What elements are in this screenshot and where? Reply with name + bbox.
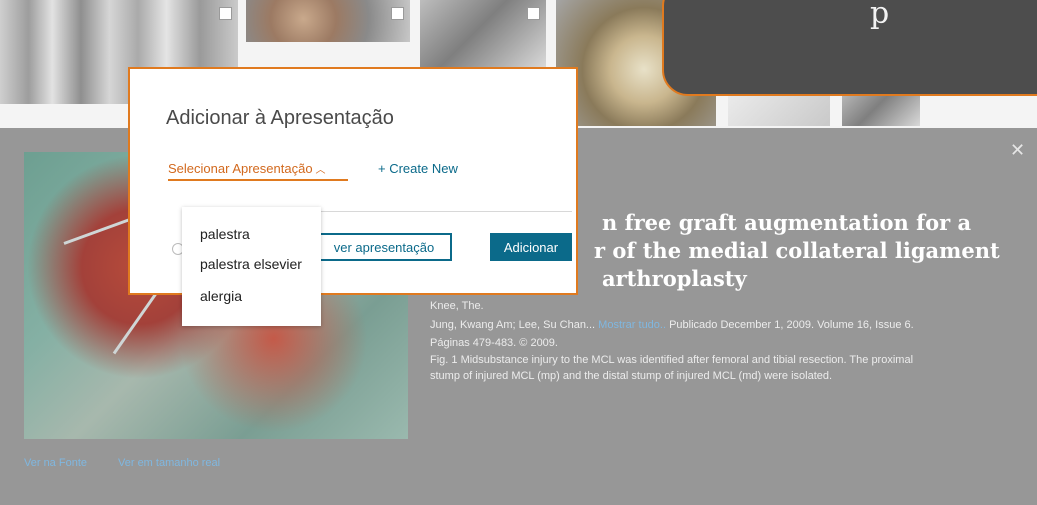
article-title-line: r of the medial collateral ligament (594, 238, 1000, 263)
select-presentation-label: Selecionar Apresentação (168, 161, 313, 176)
authors: Jung, Kwang Am; Lee, Su Chan... (430, 319, 596, 331)
article-title-line: arthroplasty (602, 266, 747, 291)
journal-name: Knee, The. (430, 300, 484, 312)
thumbnail-scan[interactable] (420, 0, 546, 68)
view-source-link[interactable]: Ver na Fonte (24, 457, 87, 469)
dialog-title: Adicionar à Apresentação (166, 107, 394, 129)
article-title-line: n free graft augmentation for a (602, 210, 972, 235)
figure-caption-line: Fig. 1 Midsubstance injury to the MCL wa… (430, 354, 914, 366)
pages-info: Páginas 479-483. © 2009. (430, 337, 558, 349)
tooltip-text: p (870, 0, 890, 31)
create-new-link[interactable]: + Create New (378, 161, 458, 176)
thumbnail-surgery-1[interactable] (246, 0, 410, 42)
view-presentation-button[interactable]: ver apresentação (316, 233, 452, 261)
publication-info: Publicado December 1, 2009. Volume 16, I… (669, 319, 914, 331)
show-all-link[interactable]: Mostrar tudo.. (598, 319, 666, 331)
figure-caption-line: stump of injured MCL (mp) and the distal… (430, 370, 833, 382)
select-underline (168, 179, 348, 181)
dropdown-option[interactable]: alergia (200, 288, 242, 304)
tooltip-box (662, 0, 1037, 96)
article-meta: Jung, Kwang Am; Lee, Su Chan... Mostrar … (430, 319, 1030, 331)
presentation-dropdown-menu: palestra palestra elsevier alergia (182, 207, 321, 326)
dropdown-option[interactable]: palestra elsevier (200, 256, 302, 272)
thumbnail-checkbox[interactable] (219, 7, 232, 20)
view-full-size-link[interactable]: Ver em tamanho real (118, 457, 220, 469)
chevron-up-icon: ︿ (315, 165, 326, 176)
close-icon[interactable]: ✕ (1010, 140, 1025, 161)
thumbnail-checkbox[interactable] (391, 7, 404, 20)
dropdown-option[interactable]: palestra (200, 226, 250, 242)
select-presentation-dropdown[interactable]: Selecionar Apresentação ︿ (168, 161, 326, 176)
thumbnail-checkbox[interactable] (527, 7, 540, 20)
add-button[interactable]: Adicionar (490, 233, 572, 261)
